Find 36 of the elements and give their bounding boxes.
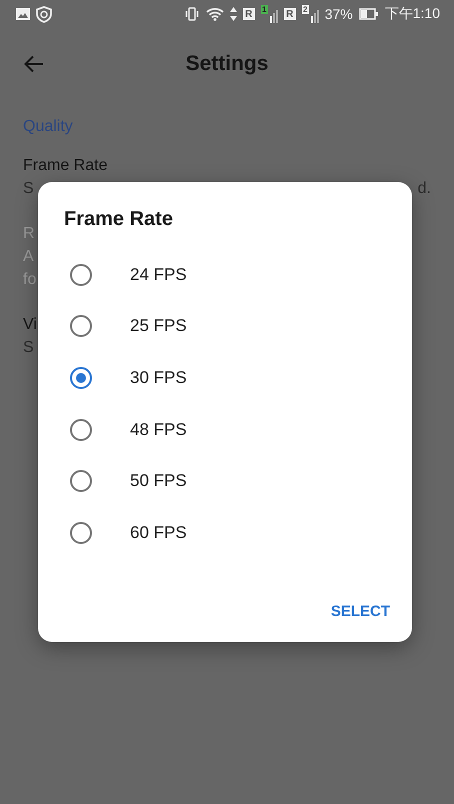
radio-button[interactable]: [70, 418, 92, 441]
setting-summary: S: [23, 338, 34, 358]
option-label[interactable]: 50 FPS: [130, 471, 187, 492]
setting-title: Vi: [23, 315, 37, 335]
image-icon: [16, 8, 30, 20]
clock: 下午1:10: [384, 5, 440, 23]
option-label[interactable]: 30 FPS: [130, 368, 187, 388]
radio-button[interactable]: [70, 366, 92, 389]
setting-summary: d.: [418, 179, 431, 199]
wifi-icon: [206, 7, 224, 21]
sim-slot-label: 1: [260, 5, 268, 14]
option-label[interactable]: 24 FPS: [130, 264, 187, 285]
back-arrow-icon[interactable]: [24, 55, 44, 73]
radio-button[interactable]: [70, 264, 92, 286]
sim-slot-label: 2: [302, 5, 309, 14]
roaming-indicator: R: [284, 8, 296, 20]
signal-icon: [310, 9, 319, 23]
radio-button[interactable]: [70, 470, 92, 492]
battery-percentage: 37%: [324, 6, 353, 22]
option-label[interactable]: 60 FPS: [130, 522, 187, 543]
battery-icon: [358, 8, 379, 20]
setting-summary: S: [23, 179, 34, 199]
option-label[interactable]: 48 FPS: [130, 420, 187, 440]
option-label[interactable]: 25 FPS: [130, 316, 187, 336]
select-button[interactable]: SELECT: [330, 599, 390, 624]
roaming-indicator: R: [242, 8, 255, 20]
screen-title: Settings: [186, 52, 268, 75]
section-header: Quality: [22, 117, 74, 137]
radio-button[interactable]: [70, 522, 92, 544]
dialog-title: Frame Rate: [64, 208, 174, 231]
radio-button[interactable]: [70, 315, 92, 338]
setting-title: Frame Rate: [23, 156, 108, 176]
shield-icon: [36, 6, 52, 22]
data-arrows-icon: [230, 7, 237, 21]
vibrate-icon: [184, 7, 200, 21]
signal-icon: [270, 9, 278, 23]
